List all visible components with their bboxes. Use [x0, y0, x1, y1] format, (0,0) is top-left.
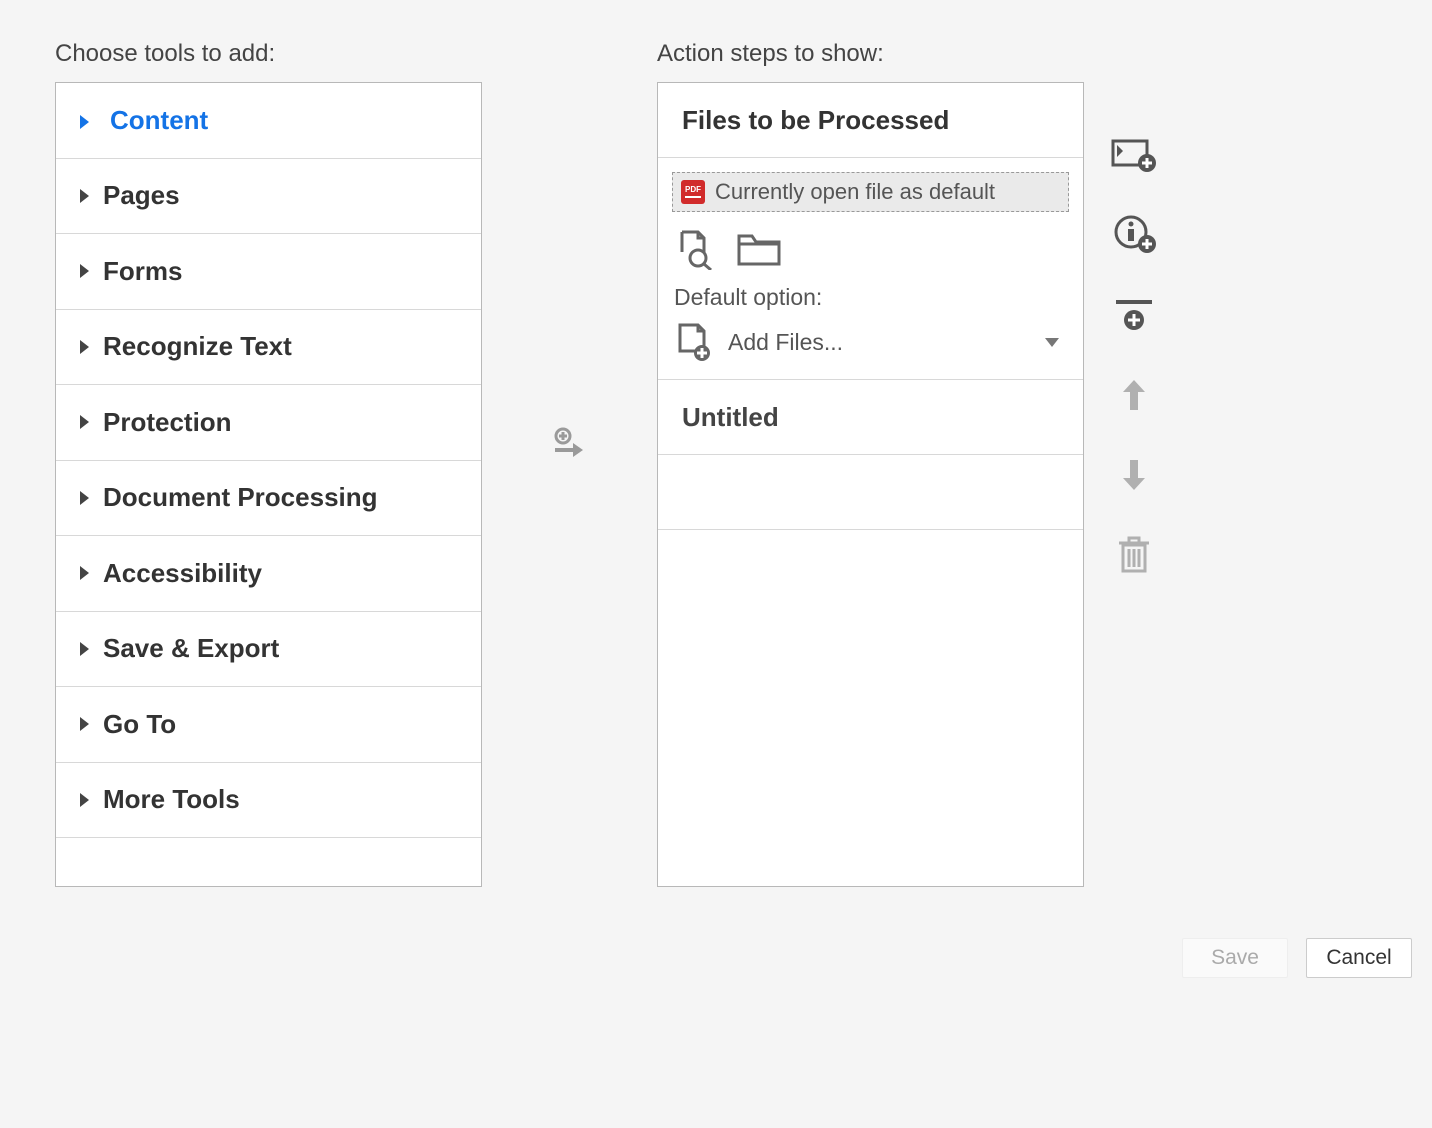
- category-label: Save & Export: [103, 633, 279, 664]
- action-steps-label: Action steps to show:: [657, 40, 1084, 68]
- add-to-action-arrow-icon[interactable]: [551, 426, 589, 462]
- chevron-right-icon: [80, 340, 89, 354]
- category-more-tools[interactable]: More Tools: [56, 763, 481, 839]
- category-protection[interactable]: Protection: [56, 385, 481, 461]
- category-content[interactable]: Content: [56, 83, 481, 159]
- category-pages[interactable]: Pages: [56, 159, 481, 235]
- move-up-icon[interactable]: [1109, 375, 1159, 415]
- trash-icon[interactable]: [1109, 535, 1159, 575]
- chevron-right-icon: [80, 642, 89, 656]
- category-accessibility[interactable]: Accessibility: [56, 536, 481, 612]
- empty-step-row: [658, 455, 1083, 530]
- add-instruction-icon[interactable]: [1109, 215, 1159, 255]
- current-file-row[interactable]: PDF Currently open file as default: [672, 172, 1069, 212]
- save-button[interactable]: Save: [1182, 938, 1288, 978]
- default-option-label: Default option:: [672, 280, 1069, 321]
- add-panel-icon[interactable]: [1109, 135, 1159, 175]
- pdf-icon: PDF: [681, 180, 705, 204]
- current-file-label: Currently open file as default: [715, 179, 995, 205]
- chevron-down-icon: [1045, 338, 1059, 347]
- add-file-icon: [672, 321, 714, 363]
- category-forms[interactable]: Forms: [56, 234, 481, 310]
- chevron-right-icon: [80, 115, 96, 129]
- cancel-button[interactable]: Cancel: [1306, 938, 1412, 978]
- action-panel: Files to be Processed PDF Currently open…: [657, 82, 1084, 887]
- tools-panel: Content Pages Forms Recognize Text Prote…: [55, 82, 482, 887]
- add-files-label: Add Files...: [728, 329, 1031, 356]
- choose-tools-label: Choose tools to add:: [55, 40, 482, 68]
- chevron-right-icon: [80, 491, 89, 505]
- category-label: Pages: [103, 180, 180, 211]
- category-label: Forms: [103, 256, 182, 287]
- category-label: Document Processing: [103, 482, 378, 513]
- action-name-header[interactable]: Untitled: [658, 380, 1083, 455]
- category-label: More Tools: [103, 784, 240, 815]
- chevron-right-icon: [80, 566, 89, 580]
- category-label: Go To: [103, 709, 176, 740]
- add-divider-icon[interactable]: [1109, 295, 1159, 335]
- chevron-right-icon: [80, 793, 89, 807]
- category-save-export[interactable]: Save & Export: [56, 612, 481, 688]
- chevron-right-icon: [80, 264, 89, 278]
- category-document-processing[interactable]: Document Processing: [56, 461, 481, 537]
- chevron-right-icon: [80, 717, 89, 731]
- category-label: Protection: [103, 407, 232, 438]
- category-label: Accessibility: [103, 558, 262, 589]
- category-label: Content: [110, 105, 208, 136]
- category-label: Recognize Text: [103, 331, 292, 362]
- browse-file-icon[interactable]: [672, 228, 714, 270]
- chevron-right-icon: [80, 189, 89, 203]
- move-down-icon[interactable]: [1109, 455, 1159, 495]
- category-recognize-text[interactable]: Recognize Text: [56, 310, 481, 386]
- folder-icon[interactable]: [736, 228, 782, 270]
- category-go-to[interactable]: Go To: [56, 687, 481, 763]
- chevron-right-icon: [80, 415, 89, 429]
- files-to-process-header: Files to be Processed: [658, 83, 1083, 158]
- add-files-dropdown[interactable]: Add Files...: [672, 321, 1069, 365]
